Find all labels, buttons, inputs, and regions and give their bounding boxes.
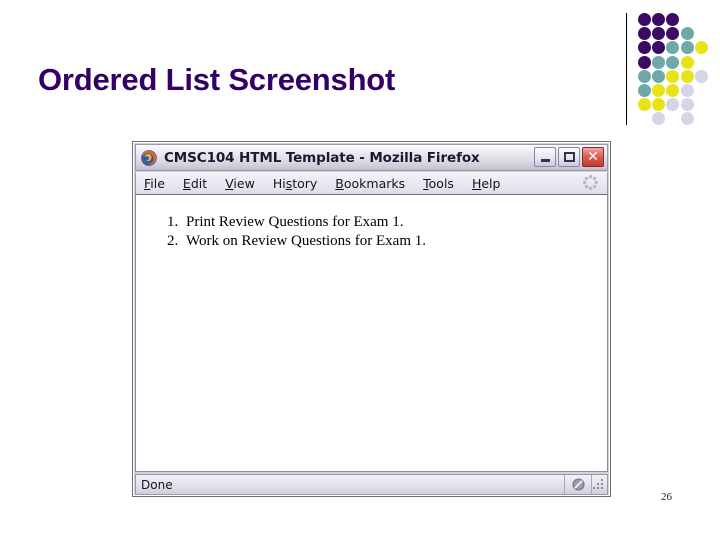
vertical-divider: [626, 13, 627, 125]
maximize-icon: [563, 152, 575, 162]
decorative-dot: [638, 55, 651, 69]
decorative-dot: [666, 13, 680, 26]
menu-item-history[interactable]: History: [273, 176, 317, 191]
browser-content-area: Print Review Questions for Exam 1. Work …: [135, 194, 608, 472]
decorative-dot: [652, 27, 666, 41]
menu-item-help[interactable]: Help: [472, 176, 501, 191]
decorative-dot: [680, 27, 694, 41]
decorative-dot: [680, 112, 694, 126]
decorative-dot: [638, 13, 651, 26]
menu-item-view[interactable]: View: [225, 176, 255, 191]
ordered-list: Print Review Questions for Exam 1. Work …: [136, 213, 607, 251]
firefox-logo-icon: [141, 149, 157, 166]
list-item: Work on Review Questions for Exam 1.: [182, 232, 607, 251]
loading-throbber-icon: [583, 175, 598, 190]
status-text: Done: [141, 477, 173, 492]
decorative-dot: [638, 84, 651, 97]
browser-status-bar: Done: [135, 474, 608, 495]
no-encryption-icon[interactable]: [564, 475, 591, 494]
close-button[interactable]: ✕: [582, 147, 604, 167]
decorative-dot: [652, 112, 666, 126]
menu-item-tools[interactable]: Tools: [423, 176, 454, 191]
window-controls: ✕: [534, 147, 604, 167]
list-item: Print Review Questions for Exam 1.: [182, 213, 607, 232]
decorative-dot: [666, 84, 680, 97]
decorative-dot: [680, 55, 694, 69]
decorative-dot: [652, 55, 666, 69]
minimize-button[interactable]: [534, 147, 556, 167]
maximize-button[interactable]: [558, 147, 580, 167]
page-title: Ordered List Screenshot: [38, 62, 396, 97]
decorative-dot: [666, 69, 680, 83]
decorative-dot: [638, 98, 651, 112]
close-icon: ✕: [587, 149, 599, 165]
decorative-dot: [666, 55, 680, 69]
decorative-dot: [694, 69, 708, 83]
status-bar-right: [564, 475, 607, 494]
menu-item-bookmarks[interactable]: Bookmarks: [335, 176, 405, 191]
menu-item-edit[interactable]: Edit: [183, 176, 207, 191]
minimize-icon: [540, 159, 550, 162]
decorative-dot: [680, 69, 694, 83]
decorative-dot: [666, 27, 680, 41]
decorative-dot: [638, 27, 651, 41]
decorative-dot: [694, 41, 708, 55]
slide-page-number: 26: [661, 491, 672, 503]
menu-item-file[interactable]: File: [144, 176, 165, 191]
decorative-dot: [652, 41, 666, 55]
decorative-dot: [680, 98, 694, 112]
browser-title-text: CMSC104 HTML Template - Mozilla Firefox: [164, 149, 480, 166]
browser-menu-bar: File Edit View History Bookmarks Tools H…: [135, 172, 608, 194]
decorative-dot: [666, 41, 680, 55]
decorative-dot: [666, 98, 680, 112]
decorative-dot: [680, 84, 694, 97]
browser-window: CMSC104 HTML Template - Mozilla Firefox …: [132, 141, 611, 497]
browser-title-bar: CMSC104 HTML Template - Mozilla Firefox …: [135, 144, 608, 171]
decorative-dot: [652, 69, 666, 83]
decorative-dot: [680, 41, 694, 55]
decorative-dot: [638, 69, 651, 83]
resize-grip-icon[interactable]: [591, 475, 607, 494]
decorative-dot: [652, 84, 666, 97]
decorative-dot-grid: [638, 13, 710, 126]
decorative-dot: [638, 41, 651, 55]
decorative-dot: [652, 98, 666, 112]
decorative-dot: [652, 13, 666, 26]
